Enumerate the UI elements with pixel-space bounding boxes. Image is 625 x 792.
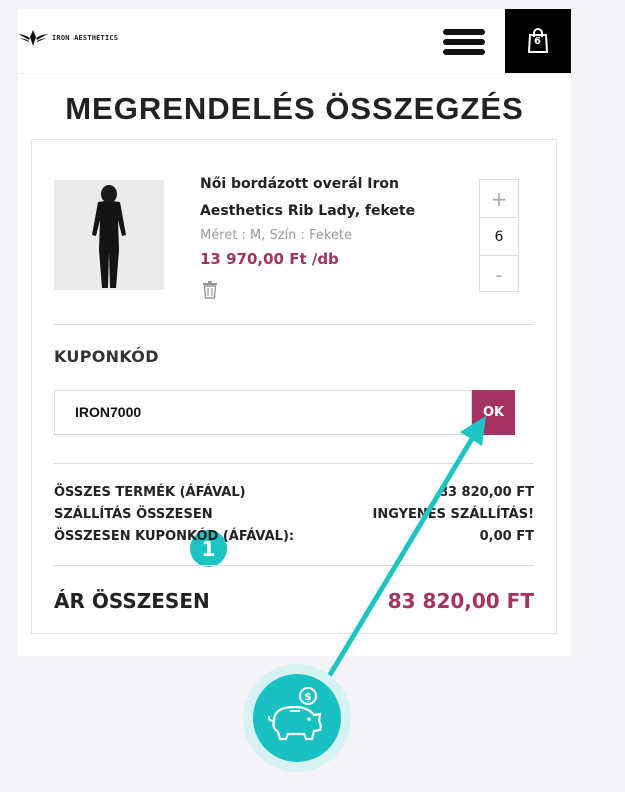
quantity-increase-button[interactable]: +	[480, 180, 518, 217]
coupon-apply-button[interactable]: OK	[472, 390, 515, 435]
summary-value: 83 820,00 FT	[438, 485, 534, 500]
divider	[54, 324, 534, 325]
product-unit-price: 13 970,00 Ft /db	[200, 250, 339, 268]
svg-text:$: $	[304, 690, 312, 703]
quantity-value[interactable]: 6	[480, 217, 518, 256]
summary-value: INGYENES SZÁLLÍTÁS!	[372, 507, 534, 522]
summary-label: SZÁLLÍTÁS ÖSSZESEN	[54, 507, 213, 522]
product-image[interactable]	[54, 180, 164, 290]
cart-button[interactable]: 6	[505, 9, 571, 73]
summary-value: 0,00 FT	[479, 529, 534, 544]
quantity-decrease-button[interactable]: -	[480, 256, 518, 293]
logo-wings-icon	[18, 30, 48, 46]
divider	[54, 565, 534, 566]
summary-row-coupon: ÖSSZESEN KUPONKÓD (ÁFÁVAL): 0,00 FT	[54, 529, 534, 544]
coupon-label: KUPONKÓD	[54, 347, 159, 366]
checkout-card: IRON AESTHETICS 6 MEGRENDELÉS ÖSSZEGZÉS …	[18, 9, 571, 656]
summary-row-shipping: SZÁLLÍTÁS ÖSSZESEN INGYENES SZÁLLÍTÁS!	[54, 507, 534, 522]
coupon-input[interactable]: IRON7000	[54, 390, 472, 435]
trash-icon[interactable]	[202, 281, 218, 303]
summary-label: ÖSSZESEN KUPONKÓD (ÁFÁVAL):	[54, 529, 295, 544]
quantity-stepper: + 6 -	[479, 179, 519, 292]
summary-label: ÖSSZES TERMÉK (ÁFÁVAL)	[54, 485, 246, 500]
total-label: ÁR ÖSSZESEN	[54, 589, 210, 613]
summary-row-products: ÖSSZES TERMÉK (ÁFÁVAL) 83 820,00 FT	[54, 485, 534, 500]
site-header: IRON AESTHETICS 6	[18, 9, 571, 74]
total-value: 83 820,00 FT	[387, 589, 534, 613]
product-name[interactable]: Női bordázott overál Iron Aesthetics Rib…	[200, 171, 450, 225]
product-attributes: Méret : M, Szín : Fekete	[200, 228, 352, 243]
hamburger-menu-icon[interactable]	[443, 29, 485, 55]
divider	[54, 463, 534, 464]
brand-logo[interactable]: IRON AESTHETICS	[18, 29, 118, 47]
order-summary-panel: Női bordázott overál Iron Aesthetics Rib…	[31, 139, 557, 634]
logo-text: IRON AESTHETICS	[52, 34, 119, 42]
coupon-input-value: IRON7000	[75, 404, 142, 420]
cart-count: 6	[534, 36, 541, 47]
page-title: MEGRENDELÉS ÖSSZEGZÉS	[65, 91, 524, 126]
piggy-bank-icon: $	[253, 674, 341, 762]
